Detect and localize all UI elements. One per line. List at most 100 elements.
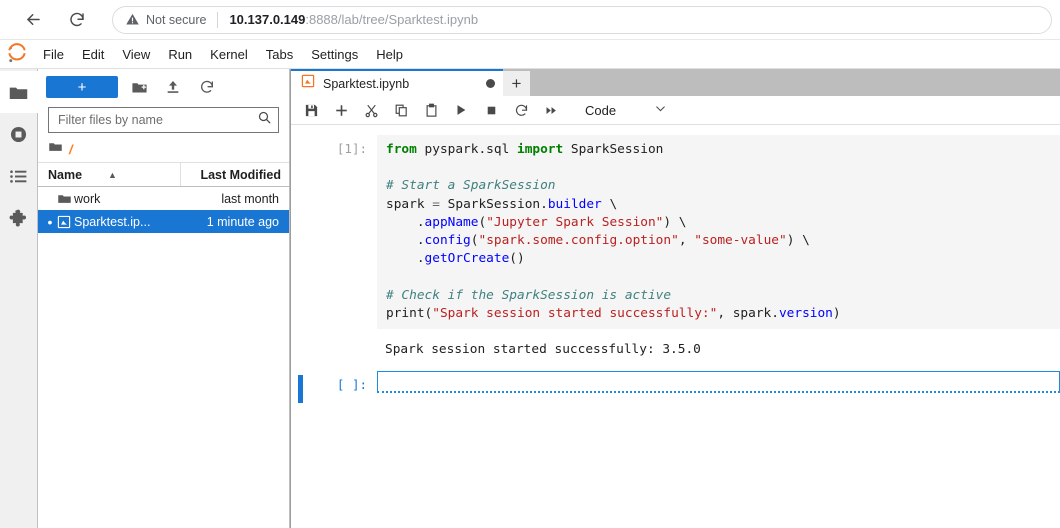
code-line: from pyspark.sql import SparkSession [386, 141, 1059, 159]
column-header-name[interactable]: Name ▲ [38, 163, 181, 186]
list-item-name: work [74, 191, 101, 206]
code-editor[interactable]: from pyspark.sql import SparkSession # S… [377, 135, 1060, 330]
code-line: .getOrCreate() [386, 250, 1059, 268]
list-item[interactable]: work last month [38, 187, 289, 210]
refresh-icon [201, 80, 213, 93]
sidebar-item-command-palette[interactable] [0, 155, 38, 197]
cut-cell-button[interactable] [357, 98, 385, 122]
code-token: config [424, 233, 471, 249]
new-launcher-button[interactable]: + [46, 76, 118, 98]
file-list-header: Name ▲ Last Modified [38, 162, 289, 187]
file-browser-panel: + Filter files by name / Name ▲ Last Mod… [38, 69, 290, 528]
browser-toolbar: Not secure 10.137.0.149:8888/lab/tree/Sp… [0, 0, 1060, 40]
notebook-tabbar: Sparktest.ipynb + [291, 69, 1060, 96]
notebook-cell[interactable]: [1]: from pyspark.sql import SparkSessio… [291, 135, 1060, 371]
code-token: "some-value" [694, 233, 787, 249]
breadcrumb[interactable]: / [38, 136, 289, 162]
code-token: getOrCreate [424, 251, 510, 267]
cell-type-dropdown[interactable]: Code [581, 102, 671, 118]
notebook-panel: Sparktest.ipynb + Code [1]: from pyspark… [290, 69, 1060, 528]
run-cell-button[interactable] [447, 98, 475, 122]
menu-edit[interactable]: Edit [73, 43, 113, 66]
code-token: SparkSession [570, 142, 664, 157]
chevron-down-icon [654, 102, 667, 118]
code-token: print [386, 305, 425, 321]
tab-sparktest-notebook[interactable]: Sparktest.ipynb [291, 69, 503, 96]
menu-run[interactable]: Run [159, 43, 201, 66]
menu-tabs[interactable]: Tabs [257, 43, 302, 66]
code-token: spark [386, 196, 433, 212]
copy-cell-button[interactable] [387, 98, 415, 122]
menu-kernel[interactable]: Kernel [201, 43, 257, 66]
code-token: . [386, 214, 425, 230]
breadcrumb-root[interactable]: / [69, 142, 73, 157]
new-folder-icon [131, 82, 147, 92]
save-button[interactable] [297, 98, 325, 122]
code-line: # Check if the SparkSession is active [386, 287, 1059, 305]
menu-view[interactable]: View [113, 43, 159, 66]
running-indicator: • [47, 213, 53, 230]
notebook-icon [54, 215, 74, 229]
code-token: = [432, 196, 448, 212]
restart-run-all-button[interactable] [537, 98, 565, 122]
search-input[interactable] [58, 113, 257, 127]
cell-prompt: [ ]: [336, 377, 367, 393]
notebook-icon [301, 74, 315, 93]
upload-button[interactable] [160, 75, 186, 99]
new-folder-button[interactable] [126, 75, 152, 99]
refresh-button[interactable] [194, 75, 220, 99]
unsaved-changes-indicator[interactable] [486, 79, 495, 88]
reload-button[interactable] [62, 5, 92, 35]
column-header-last-modified[interactable]: Last Modified [181, 168, 289, 182]
list-item-name: Sparktest.ip... [74, 214, 151, 229]
column-header-name-label: Name [48, 167, 83, 182]
sidebar-item-extension-manager[interactable] [0, 197, 38, 239]
url-text: 10.137.0.149:8888/lab/tree/Sparktest.ipy… [229, 12, 478, 27]
notebook-cell-list[interactable]: [1]: from pyspark.sql import SparkSessio… [291, 125, 1060, 528]
sort-ascending-icon: ▲ [108, 169, 117, 180]
code-line: # Start a SparkSession [386, 177, 1059, 195]
code-token: # Check if the SparkSession is active [386, 287, 672, 303]
sidebar-item-file-browser[interactable] [0, 71, 38, 113]
paste-cell-button[interactable] [417, 98, 445, 122]
address-bar[interactable]: Not secure 10.137.0.149:8888/lab/tree/Sp… [112, 5, 1052, 34]
add-tab-button[interactable]: + [503, 71, 530, 96]
notebook-cell[interactable]: [ ]: [291, 371, 1060, 404]
url-path: :8888/lab/tree/Sparktest.ipynb [305, 12, 479, 27]
search-icon [257, 110, 272, 130]
code-line: .config("spark.some.config.option", "som… [386, 232, 1059, 250]
cell-type-value: Code [585, 102, 617, 118]
notebook-toolbar: Code [291, 96, 1060, 125]
jupyterlab-menubar: File Edit View Run Kernel Tabs Settings … [0, 40, 1060, 69]
code-token: "Jupyter Spark Session" [486, 214, 664, 230]
code-editor[interactable] [377, 371, 1060, 394]
code-line: spark = SparkSession.builder \ [386, 196, 1059, 214]
cell-output: Spark session started successfully: 3.5.… [385, 342, 701, 358]
code-token: , [678, 233, 695, 249]
sidebar-item-running-kernels[interactable] [0, 113, 38, 155]
list-item[interactable]: • Sparktest.ip... 1 minute ago [38, 210, 289, 233]
interrupt-kernel-button[interactable] [477, 98, 505, 122]
menu-file[interactable]: File [34, 43, 73, 66]
omnibox-divider [217, 11, 219, 28]
warning-triangle-icon [125, 12, 140, 27]
code-token: version [778, 305, 833, 321]
menu-help[interactable]: Help [367, 43, 412, 66]
restart-kernel-button[interactable] [507, 98, 535, 122]
code-token: builder [547, 196, 602, 212]
cell-selection-bar [291, 135, 303, 371]
code-token: SparkSession. [447, 196, 548, 212]
file-browser-toolbar: + [38, 69, 289, 105]
back-button[interactable] [18, 5, 48, 35]
insert-cell-button[interactable] [327, 98, 355, 122]
menu-settings[interactable]: Settings [302, 43, 367, 66]
code-token: import [516, 142, 571, 157]
security-label: Not secure [146, 12, 207, 27]
list-icon [10, 169, 27, 183]
code-token: . [386, 233, 425, 249]
filter-files-box[interactable] [48, 107, 279, 133]
code-token: appName [424, 214, 479, 230]
cell-body: from pyspark.sql import SparkSession # S… [377, 135, 1060, 371]
